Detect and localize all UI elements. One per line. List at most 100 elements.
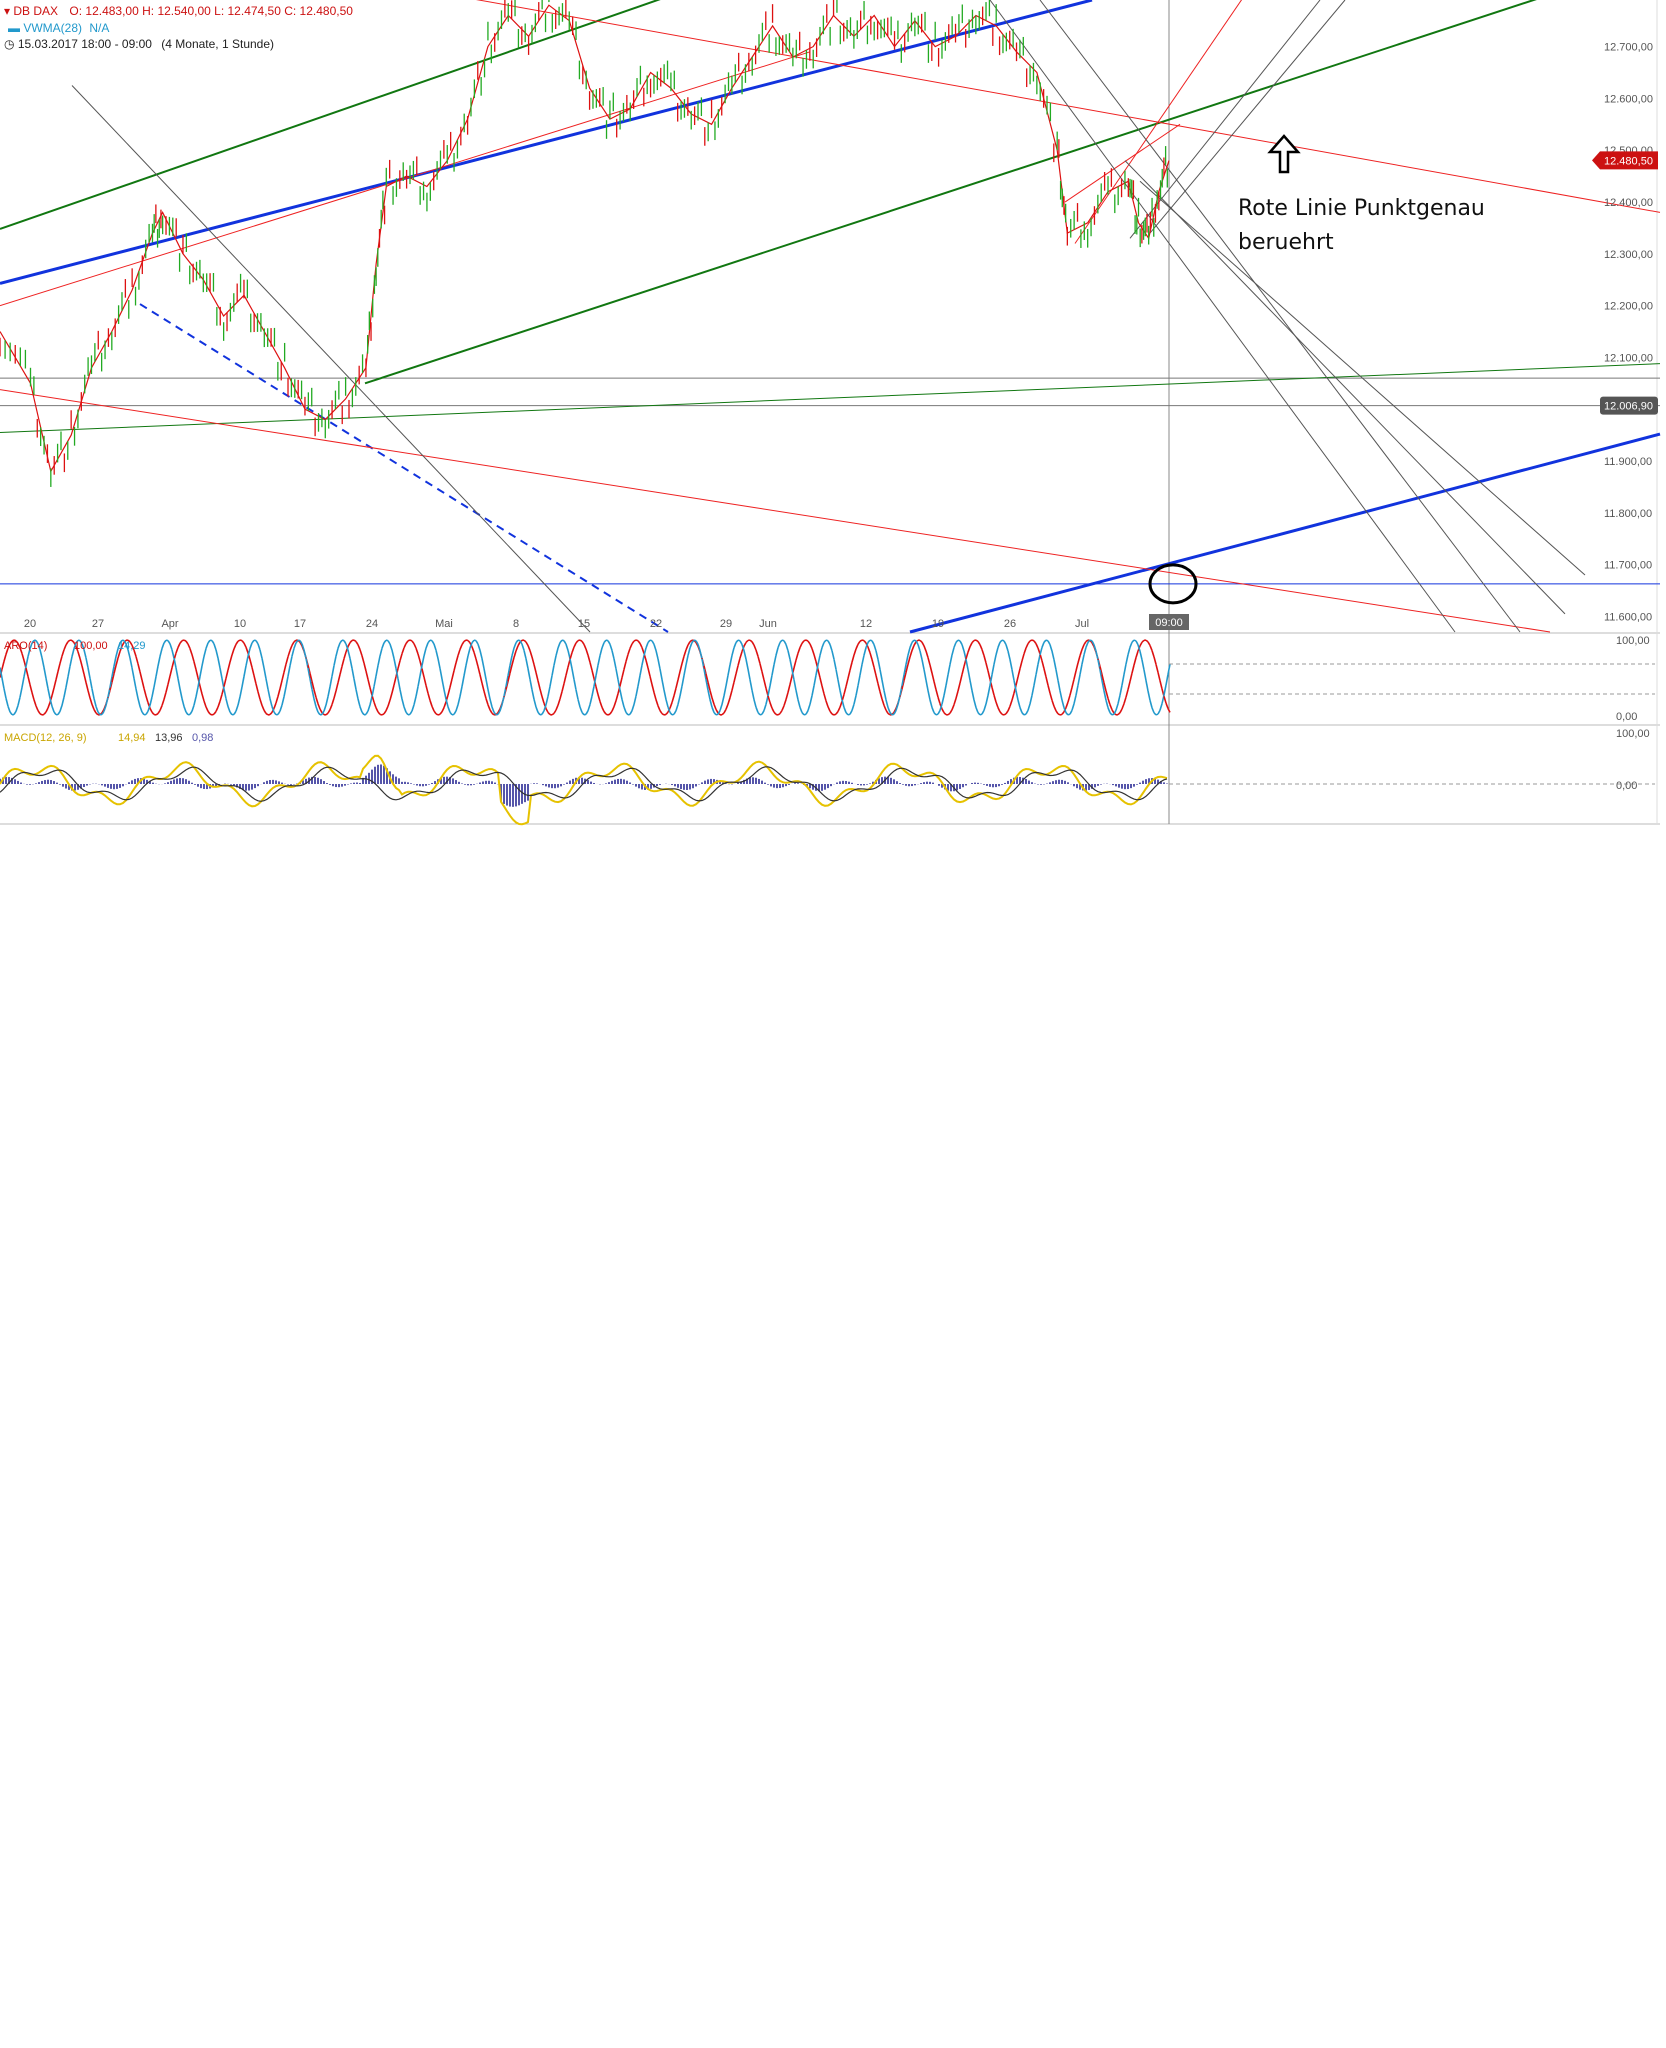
aroon-down-segment [973,699,977,708]
aroon-down-segment [949,654,953,665]
aroon-down-segment [357,698,361,707]
aroon-down-segment [409,710,413,715]
aroon-up-segment [1125,689,1129,698]
aroon-up-segment [575,640,579,644]
aroon-up-segment [755,649,759,657]
aroon-down-segment [1123,663,1127,675]
aroon-up-segment [273,702,277,709]
aroon-down-segment [1071,703,1075,711]
aroon-down-segment [67,666,71,677]
aroon-down-segment [223,688,227,699]
aroon-down-segment [239,686,243,698]
aroon-up-segment [397,660,401,669]
aroon-down-segment [559,639,563,644]
aroon-up-segment [619,677,623,687]
aroon-up-segment [655,699,659,707]
aroon-up-segment [935,689,939,698]
aroon-down-segment [277,710,281,715]
aroon-up-segment [673,687,677,696]
aroon-up-segment [671,695,675,703]
aroon-up-segment [587,654,591,663]
aroon-up-segment [229,654,233,663]
aroon-up-segment [767,695,771,703]
aroon-down-segment [995,647,999,656]
aroon-up-segment [745,639,749,644]
aroon-down-segment [669,711,673,716]
aroon-down-segment [49,698,53,707]
aroon-down-segment [985,695,989,705]
aroon-down-segment [943,685,947,696]
price-line [0,4,1170,474]
aroon-up-segment [1085,639,1089,643]
aroon-up-segment [847,669,851,679]
aroon-down-segment [1095,650,1099,660]
aroon-up-segment [169,667,173,677]
aroon-up-segment [65,641,69,646]
aroon-down-segment [571,668,575,680]
aroon-down-segment [301,643,305,651]
aroon-down-segment [215,649,219,659]
aroon-up-segment [837,706,841,712]
aroon-up-segment [533,664,537,673]
aroon-up-segment [983,655,987,664]
aroon-down-segment [1115,703,1119,711]
aroon-up-segment [201,693,205,702]
aroon-down-segment [547,686,551,697]
aroon-down-segment [595,665,599,676]
aroon-up-segment [535,672,539,681]
aroon-down-segment [1031,685,1035,696]
aroon-down-segment [997,642,1001,648]
aroon-up-segment [1029,639,1033,642]
aroon-up-segment [759,663,763,672]
green-long-curve [0,363,1661,434]
aroon-up-segment [553,709,557,714]
aroon-up-segment [329,704,333,710]
aroon-down-segment [293,642,297,649]
aroon-up-segment [733,673,737,683]
aroon-down-segment [541,710,545,715]
aroon-up-segment [233,643,237,650]
price-layer [0,0,1170,487]
aroon-up-segment [835,711,839,715]
aroon-down-segment [785,644,789,651]
red-line-small [1064,123,1181,203]
aroon-up-segment [861,639,865,642]
aroon-up-segment [43,711,47,715]
aroon-down-segment [739,640,743,645]
aroon-up-segment [921,641,925,647]
aroon-down-segment [259,649,263,659]
aroon-down-segment [325,696,329,706]
aroon-up-segment [527,645,531,651]
aroon-down-segment [811,685,815,696]
aroon-up-segment [213,710,217,715]
aroon-down-segment [261,658,265,669]
aroon-up-segment [215,706,219,712]
aroon-up-segment [57,663,61,672]
aroon-up-segment [193,661,197,670]
aroon-down-segment [1083,647,1087,656]
aroon-up-segment [421,668,425,678]
aroon-up-segment [627,648,631,655]
aroon-up-segment [1065,701,1069,708]
aroon-down-segment [579,706,583,713]
aroon-down-segment [361,711,365,716]
vwma-legend[interactable]: ▬ VWMA(28) N/A [8,21,109,35]
aroon-down-segment [521,643,525,651]
aroon-down-segment [767,685,771,697]
aroon-down-segment [725,675,729,687]
aroon-down-segment [373,675,377,687]
aroon-up-segment [347,642,351,647]
aroon-up-segment [871,659,875,668]
aroon-up-segment [931,672,935,682]
aroon-up-segment [253,675,257,685]
blue-dashed-line [139,303,669,633]
aroon-up-segment [451,670,455,680]
aroon-up-segment [317,703,321,710]
aroon-up-segment [965,651,969,660]
aroon-up-segment [269,711,273,716]
aroon-down-segment [1081,654,1085,665]
aroon-down-segment [283,686,287,697]
aroon-down-segment [749,679,753,691]
aroon-down-segment [255,640,259,645]
aroon-up-segment [1073,670,1077,680]
